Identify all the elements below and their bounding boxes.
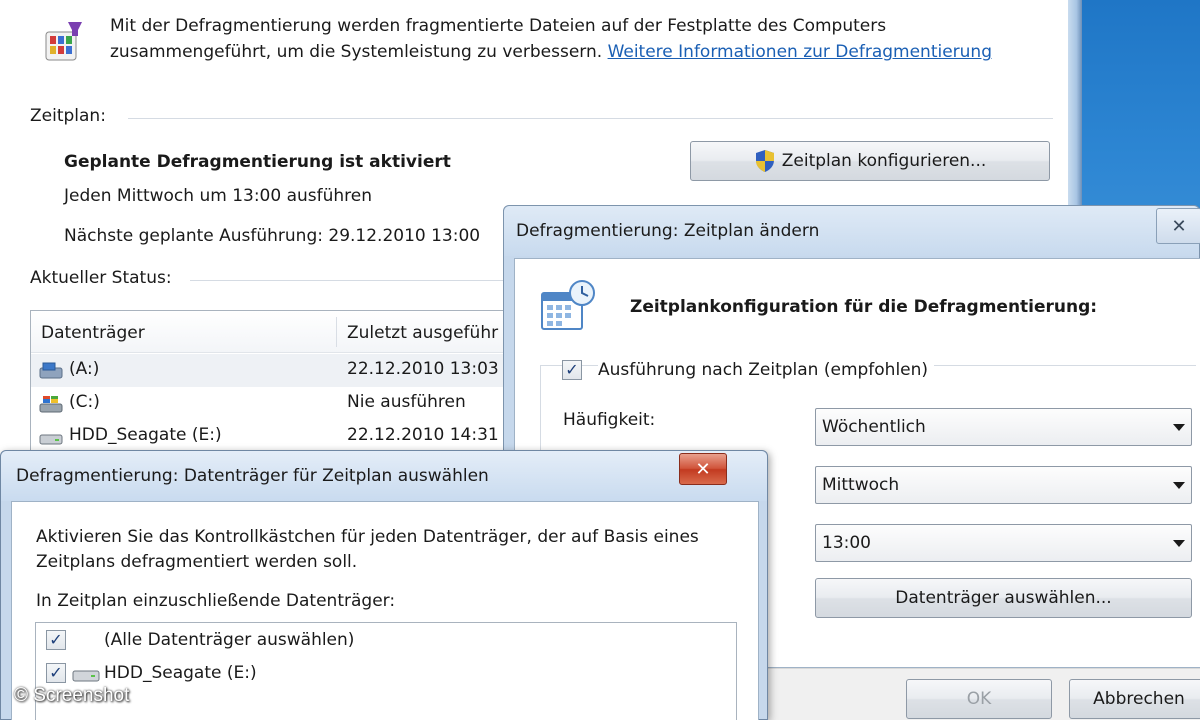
intro-text-line-2: zusammengeführt, um die Systemleistung z… [110, 42, 992, 62]
schedule-separator [128, 118, 1053, 119]
schedule-every: Jeden Mittwoch um 13:00 ausführen [64, 186, 373, 206]
drive-selection-titlebar[interactable]: Defragmentierung: Datenträger für Zeitpl… [1, 451, 767, 501]
schedule-status: Geplante Defragmentierung ist aktiviert [64, 152, 451, 172]
drive-name: (A:) [69, 359, 100, 379]
schedule-next-run: Nächste geplante Ausführung: 29.12.2010 … [64, 226, 481, 246]
run-on-schedule-checkbox[interactable]: ✓ [562, 360, 582, 380]
hard-drive-icon [39, 434, 63, 445]
day-dropdown[interactable]: Mittwoch [815, 466, 1192, 504]
drive-last-run: 22.12.2010 14:31 ( [347, 425, 511, 445]
configure-schedule-button[interactable]: Zeitplan konfigurieren... [690, 141, 1050, 181]
defragment-app-icon [45, 22, 82, 61]
calendar-clock-icon [541, 280, 595, 330]
uac-shield-icon [755, 150, 774, 172]
drive-row-a[interactable]: (A:) 22.12.2010 13:03 ( [31, 354, 519, 387]
time-dropdown[interactable]: 13:00 [815, 524, 1192, 562]
more-info-link[interactable]: Weitere Informationen zur Defragmentieru… [608, 42, 992, 62]
configure-schedule-label: Zeitplan konfigurieren... [781, 151, 987, 171]
frequency-dropdown[interactable]: Wöchentlich [815, 408, 1192, 446]
schedule-dialog-close-button[interactable]: ✕ [1156, 208, 1200, 244]
close-icon: ✕ [1171, 215, 1187, 237]
schedule-heading: Zeitplan: [30, 106, 106, 126]
column-divider[interactable] [336, 317, 337, 347]
status-separator [190, 280, 510, 281]
status-heading: Aktueller Status: [30, 268, 172, 288]
hard-drive-icon [72, 670, 100, 682]
cancel-button[interactable]: Abbrechen [1069, 679, 1200, 719]
select-all-label: (Alle Datenträger auswählen) [104, 630, 355, 650]
schedule-group-border-left [540, 365, 541, 460]
schedule-config-heading: Zeitplankonfiguration für die Defragment… [630, 297, 1098, 317]
drive-name: (C:) [69, 392, 100, 412]
chevron-down-icon [1173, 424, 1185, 431]
drive-last-run: 22.12.2010 13:03 ( [347, 359, 511, 379]
cancel-button-label: Abbrechen [1093, 689, 1185, 709]
ok-button[interactable]: OK [906, 679, 1052, 719]
day-value: Mittwoch [822, 475, 900, 495]
chevron-down-icon [1173, 482, 1185, 489]
drive-list-label: In Zeitplan einzuschließende Datenträger… [36, 591, 396, 611]
drive-list[interactable]: Datenträger Zuletzt ausgeführ (A:) 22.12… [30, 310, 520, 470]
drive-selection-dialog: Defragmentierung: Datenträger für Zeitpl… [0, 450, 768, 720]
drive-row-e[interactable]: HDD_Seagate (E:) 22.12.2010 14:31 ( [31, 420, 519, 453]
time-value: 13:00 [822, 533, 871, 553]
drive-name: HDD_Seagate (E:) [69, 425, 222, 445]
close-icon: ✕ [695, 458, 711, 480]
drive-row-c[interactable]: (C:) Nie ausführen [31, 387, 519, 420]
intro-text-line-1: Mit der Defragmentierung werden fragment… [110, 16, 887, 36]
select-drives-label: Datenträger auswählen... [895, 588, 1112, 608]
drive-e-checkbox[interactable]: ✓ [46, 663, 66, 683]
column-header-drive[interactable]: Datenträger [41, 323, 145, 343]
frequency-label: Häufigkeit: [563, 410, 656, 430]
drive-last-run: Nie ausführen [347, 392, 466, 412]
drive-selection-title: Defragmentierung: Datenträger für Zeitpl… [16, 466, 489, 486]
frequency-value: Wöchentlich [822, 417, 926, 437]
intro-text: zusammengeführt, um die Systemleistung z… [110, 42, 603, 62]
instruction-line-2: Zeitplans defragmentiert werden soll. [36, 552, 358, 572]
ok-button-label: OK [966, 689, 992, 709]
system-drive-icon [39, 396, 63, 413]
floppy-drive-icon [39, 362, 63, 379]
screenshot-watermark: © Screenshot [14, 685, 130, 706]
drive-e-label: HDD_Seagate (E:) [104, 663, 257, 683]
select-all-checkbox[interactable]: ✓ [46, 630, 66, 650]
drive-list-header: Datenträger Zuletzt ausgeführ [31, 311, 519, 353]
select-drives-button[interactable]: Datenträger auswählen... [815, 578, 1192, 618]
column-header-last-run[interactable]: Zuletzt ausgeführ [347, 323, 498, 343]
schedule-dialog-titlebar[interactable]: Defragmentierung: Zeitplan ändern ✕ [504, 206, 1200, 256]
schedule-dialog-title: Defragmentierung: Zeitplan ändern [516, 221, 820, 241]
run-on-schedule-label: Ausführung nach Zeitplan (empfohlen) [598, 360, 935, 380]
chevron-down-icon [1173, 540, 1185, 547]
scheduled-drive-list[interactable]: ✓ (Alle Datenträger auswählen) ✓ HDD_Sea… [35, 622, 737, 720]
drive-selection-close-button[interactable]: ✕ [679, 453, 727, 485]
instruction-line-1: Aktivieren Sie das Kontrollkästchen für … [36, 527, 699, 547]
